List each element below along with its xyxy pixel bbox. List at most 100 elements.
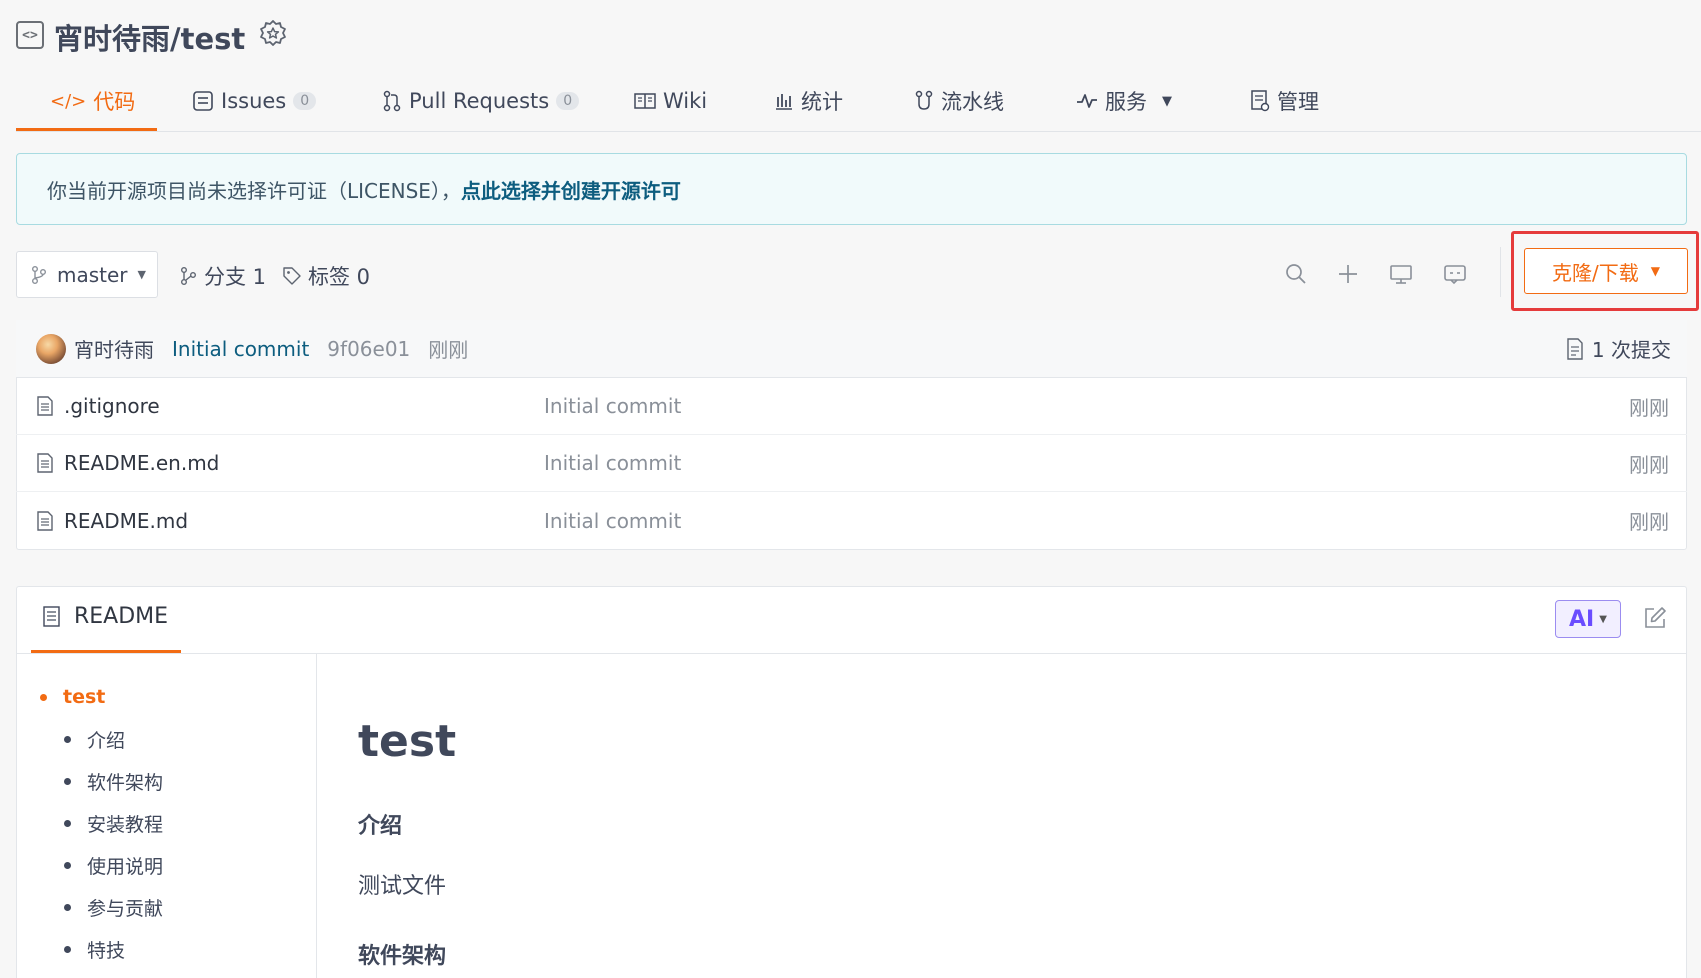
code-icon: </> <box>50 90 87 112</box>
git-branch-icon <box>181 267 196 285</box>
toc-label: 使用说明 <box>87 856 164 878</box>
tab-label: 流水线 <box>941 90 1004 114</box>
file-commit-message[interactable]: Initial commit <box>544 394 681 418</box>
chevron-down-icon: ▼ <box>1162 93 1172 109</box>
file-commit-message[interactable]: Initial commit <box>544 451 681 475</box>
file-icon <box>37 453 53 473</box>
file-time: 刚刚 <box>1629 395 1669 420</box>
code-repo-icon: <> <box>16 21 44 49</box>
tag-icon <box>283 267 301 285</box>
commit-count-link[interactable]: 1 次提交 <box>1566 334 1671 363</box>
avatar[interactable] <box>36 333 66 364</box>
webide-monitor-icon[interactable] <box>1386 259 1416 289</box>
toc-item[interactable]: 特技 <box>64 936 125 963</box>
issues-icon <box>193 91 213 111</box>
toc-item[interactable]: 介绍 <box>64 726 125 753</box>
bullet-icon <box>64 946 71 953</box>
search-icon[interactable] <box>1281 259 1311 289</box>
commit-message[interactable]: Initial commit <box>172 337 309 361</box>
toc-item[interactable]: 参与贡献 <box>64 894 163 921</box>
toc-label: 安装教程 <box>87 814 164 836</box>
commit-count-label: 1 次提交 <box>1591 338 1671 362</box>
bullet-icon <box>64 820 71 827</box>
bar-chart-icon <box>776 94 792 110</box>
toc-label: 参与贡献 <box>87 898 164 920</box>
chevron-down-icon: ▼ <box>1650 264 1660 278</box>
bullet-icon <box>64 778 71 785</box>
tab-label: 代码 <box>93 90 136 114</box>
bullet-icon <box>64 862 71 869</box>
readme-header <box>16 586 1687 654</box>
tabs-divider <box>16 131 1701 132</box>
chevron-down-icon: ▼ <box>137 268 146 281</box>
file-name[interactable]: README.md <box>64 509 544 533</box>
toc-divider <box>316 654 317 978</box>
file-time: 刚刚 <box>1629 510 1669 534</box>
tab-wiki[interactable]: Wiki <box>634 84 707 118</box>
branch-name: master <box>57 262 128 287</box>
tab-services[interactable]: 服务 ▼ <box>1076 84 1172 118</box>
toc-item[interactable]: 软件架构 <box>64 768 163 795</box>
chevron-down-icon: ▼ <box>1599 613 1607 625</box>
toc-label: 软件架构 <box>87 772 164 794</box>
create-license-link[interactable]: 点此选择并创建开源许可 <box>461 175 681 204</box>
toc-item[interactable]: 安装教程 <box>64 810 163 837</box>
readme-doc-icon <box>43 605 60 627</box>
ai-assistant-button[interactable]: AI ▼ <box>1555 600 1621 638</box>
award-badge-icon[interactable] <box>258 19 288 49</box>
clone-label: 克隆/下载 <box>1552 260 1639 285</box>
wiki-book-icon <box>634 93 656 109</box>
tab-stats[interactable]: 统计 <box>774 84 843 118</box>
tab-pull-requests[interactable]: Pull Requests 0 <box>382 84 580 118</box>
table-row[interactable]: .gitignore Initial commit 刚刚 <box>16 378 1687 435</box>
pipeline-icon <box>915 90 933 110</box>
file-name[interactable]: README.en.md <box>64 451 544 475</box>
commit-sha[interactable]: 9f06e01 <box>327 337 410 361</box>
commit-author[interactable]: 宵时待雨 <box>74 334 154 363</box>
license-banner-text: 你当前开源项目尚未选择许可证（LICENSE）， <box>47 178 461 203</box>
readme-tab[interactable]: README <box>42 604 168 629</box>
toc-item[interactable]: 使用说明 <box>64 852 163 879</box>
comment-icon[interactable] <box>1440 259 1470 289</box>
tab-label: Issues <box>221 89 287 113</box>
tags-link[interactable]: 标签 0 <box>282 261 370 291</box>
commit-time: 刚刚 <box>428 338 469 362</box>
bullet-icon <box>40 693 47 701</box>
add-file-icon[interactable] <box>1333 259 1363 289</box>
tab-code[interactable]: </> 代码 <box>50 84 135 118</box>
readme-heading-intro: 介绍 <box>358 814 403 839</box>
file-commit-message[interactable]: Initial commit <box>544 509 681 533</box>
branch-selector[interactable]: master ▼ <box>16 251 158 298</box>
toc-item[interactable]: test <box>40 686 105 708</box>
clone-download-button[interactable]: 克隆/下载 ▼ <box>1524 248 1688 294</box>
readme-tab-indicator <box>31 650 181 653</box>
file-icon <box>37 510 53 531</box>
bullet-icon <box>64 904 71 911</box>
edit-icon[interactable] <box>1642 605 1668 631</box>
manage-doc-icon <box>1251 90 1270 112</box>
toc-label: 介绍 <box>87 730 126 752</box>
file-name[interactable]: .gitignore <box>64 394 544 418</box>
last-commit-row: 宵时待雨 Initial commit 9f06e01 刚刚 1 次提交 <box>16 320 1687 378</box>
repo-title[interactable]: 宵时待雨/test <box>54 16 245 58</box>
issues-count-badge: 0 <box>293 92 317 110</box>
branches-label: 分支 1 <box>204 265 267 289</box>
pull-request-icon <box>383 90 401 112</box>
tab-issues[interactable]: Issues 0 <box>192 84 317 118</box>
pr-count-badge: 0 <box>556 92 580 110</box>
readme-heading-arch: 软件架构 <box>358 944 447 969</box>
commits-doc-icon <box>1567 337 1583 360</box>
tab-label: 管理 <box>1277 90 1319 114</box>
pulse-icon <box>1077 94 1097 108</box>
branches-link[interactable]: 分支 1 <box>180 261 266 291</box>
git-branch-icon <box>32 265 46 284</box>
readme-tab-label: README <box>74 604 169 629</box>
tab-manage[interactable]: 管理 <box>1250 84 1319 118</box>
file-time: 刚刚 <box>1629 452 1669 477</box>
readme-paragraph: 测试文件 <box>358 874 447 899</box>
toolbar-divider <box>1500 247 1501 297</box>
table-row[interactable]: README.md Initial commit 刚刚 <box>16 492 1687 549</box>
readme-heading-h1: test <box>358 716 457 767</box>
table-row[interactable]: README.en.md Initial commit 刚刚 <box>16 435 1687 492</box>
tab-pipeline[interactable]: 流水线 <box>914 84 1004 118</box>
